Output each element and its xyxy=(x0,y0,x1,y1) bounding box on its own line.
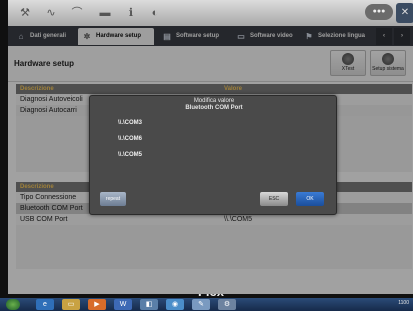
ok-button[interactable]: OK xyxy=(296,192,324,206)
top-toolbar: ⚒ ∿ ⌒ ▬ ℹ ◐ ●●● ✕ xyxy=(8,0,413,26)
folder-icon[interactable]: ▭ xyxy=(62,299,80,310)
car-icon[interactable]: ⚒ xyxy=(12,4,38,22)
cable-icon[interactable]: ⌒ xyxy=(64,4,90,22)
taskbar: e ▭ ▶ W ◧ ◉ ✎ ⚙ 1100 xyxy=(0,298,413,311)
info-icon[interactable]: ℹ xyxy=(118,4,144,22)
network-icon[interactable]: ◧ xyxy=(140,299,158,310)
option-com3[interactable]: \\.\COM3 xyxy=(118,120,142,126)
esc-button[interactable]: ESC xyxy=(260,192,288,206)
wave-icon[interactable]: ✕ xyxy=(396,3,413,23)
ie-icon[interactable]: e xyxy=(36,299,54,310)
app-icon[interactable]: ◉ xyxy=(166,299,184,310)
word-icon[interactable]: W xyxy=(114,299,132,310)
truck-icon[interactable]: ▬ xyxy=(92,4,118,22)
media-icon[interactable]: ▶ xyxy=(88,299,106,310)
power-icon[interactable]: ◐ xyxy=(142,4,168,22)
dialog-title: Modifica valore xyxy=(193,98,235,104)
option-com6[interactable]: \\.\COM6 xyxy=(118,136,142,142)
paint-icon[interactable]: ✎ xyxy=(192,299,210,310)
option-com5[interactable]: \\.\COM5 xyxy=(118,152,142,158)
signal-icon[interactable]: ∿ xyxy=(38,4,64,22)
brand-logo: ●●● xyxy=(365,4,393,20)
reset-button[interactable]: repeat xyxy=(100,192,126,206)
edit-value-dialog: Modifica valore Bluetooth COM Port \\.\C… xyxy=(89,95,337,215)
clock[interactable]: 1100 xyxy=(398,300,409,306)
dialog-subtitle: Bluetooth COM Port xyxy=(185,105,243,111)
tool-icon[interactable]: ⚙ xyxy=(218,299,236,310)
start-button[interactable] xyxy=(6,299,20,310)
